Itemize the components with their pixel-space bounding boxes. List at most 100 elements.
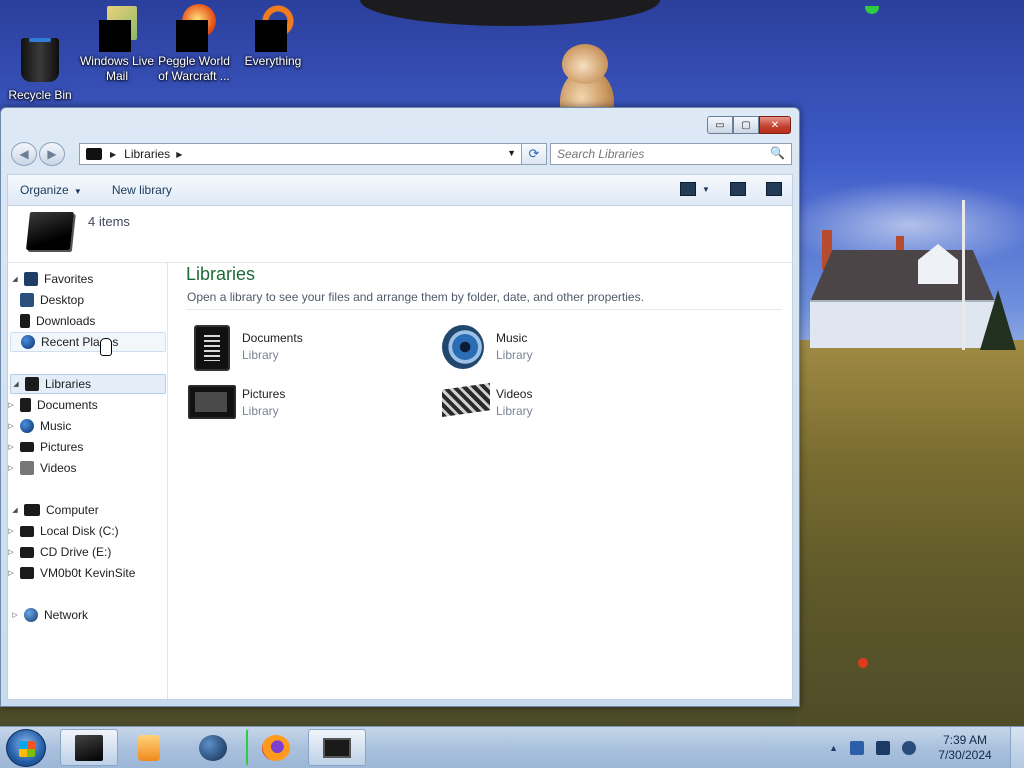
desktop-icon-label: Recycle Bin <box>8 88 72 102</box>
pictures-library-icon <box>188 385 236 419</box>
close-button[interactable]: ✕ <box>759 116 791 134</box>
clock-time: 7:39 AM <box>942 733 988 747</box>
expand-arrow-icon[interactable]: ▷ <box>6 527 16 535</box>
videos-icon <box>20 461 34 475</box>
cd-drive-icon <box>20 546 34 558</box>
libraries-icon <box>86 148 102 160</box>
nav-documents[interactable]: ▷ Documents <box>8 395 166 415</box>
maximize-button[interactable]: ▢ <box>733 116 759 134</box>
page-title: Libraries <box>186 264 256 284</box>
notch-led <box>865 6 879 14</box>
breadcrumb-libraries[interactable]: Libraries <box>124 147 170 161</box>
back-button[interactable]: ◀ <box>11 142 37 166</box>
details-header: 4 items <box>7 206 793 262</box>
wallpaper-flagpole <box>962 200 965 350</box>
nav-libraries[interactable]: ◢ Libraries <box>10 374 166 394</box>
clock[interactable]: 7:39 AM 7/30/2024 <box>928 733 1002 763</box>
videos-library-icon <box>442 383 490 417</box>
collapse-arrow-icon[interactable]: ◢ <box>10 506 20 514</box>
nav-favorites[interactable]: ◢ Favorites <box>10 269 166 289</box>
address-bar[interactable]: ▶ Libraries ▶ ▼ <box>79 143 523 165</box>
caption-buttons: ▭ ▢ ✕ <box>707 116 791 134</box>
expand-arrow-icon[interactable]: ▷ <box>6 401 16 409</box>
documents-icon <box>20 398 31 412</box>
breadcrumb-chevron-icon[interactable]: ▶ <box>176 150 182 159</box>
nav-recent-places[interactable]: Recent Places <box>10 332 166 352</box>
everything-search-icon <box>253 4 295 52</box>
collapse-arrow-icon[interactable]: ◢ <box>10 275 20 283</box>
media-player-icon <box>138 734 160 761</box>
start-button[interactable] <box>6 729 46 767</box>
navigation-bar: ◀ ▶ ▶ Libraries ▶ ▼ ⟳ 🔍 <box>9 141 793 167</box>
recent-places-icon <box>21 335 35 349</box>
downloads-folder-icon <box>20 314 30 328</box>
taskbar-firefox[interactable] <box>246 729 304 766</box>
content-pane: Libraries Open a library to see your fil… <box>178 263 788 699</box>
library-tile-pictures[interactable]: Pictures Library <box>188 381 428 431</box>
desktop-icon-recycle-bin[interactable]: Recycle Bin <box>0 4 80 103</box>
nav-music[interactable]: ▷ Music <box>8 416 166 436</box>
desktop-icon-windows-live-mail[interactable]: Windows Live Mail <box>77 4 157 84</box>
library-name: Documents <box>242 331 303 345</box>
nav-desktop[interactable]: Desktop <box>10 290 166 310</box>
taskbar-display[interactable] <box>308 729 366 766</box>
nav-local-disk-c[interactable]: ▷ Local Disk (C:) <box>8 521 166 541</box>
expand-arrow-icon[interactable]: ▷ <box>6 548 16 556</box>
nav-computer[interactable]: ◢ Computer <box>10 500 166 520</box>
taskbar-media-player[interactable] <box>120 729 178 766</box>
nav-network[interactable]: ▷ Network <box>10 605 166 625</box>
address-dropdown-icon[interactable]: ▼ <box>507 148 516 158</box>
nav-downloads[interactable]: Downloads <box>10 311 166 331</box>
explorer-window: ▭ ▢ ✕ ◀ ▶ ▶ Libraries ▶ ▼ ⟳ 🔍 Organize ▼… <box>0 107 800 707</box>
nav-videos[interactable]: ▷ Videos <box>8 458 166 478</box>
show-desktop-button[interactable] <box>1010 727 1024 768</box>
library-tile-music[interactable]: Music Library <box>442 325 682 375</box>
music-library-icon <box>442 325 484 369</box>
view-options-chevron-icon[interactable]: ▼ <box>702 185 710 194</box>
computer-icon <box>24 504 40 516</box>
forward-button[interactable]: ▶ <box>39 142 65 166</box>
nav-cd-drive-e[interactable]: ▷ CD Drive (E:) <box>8 542 166 562</box>
expand-arrow-icon[interactable]: ▷ <box>6 464 16 472</box>
search-input[interactable] <box>557 144 757 163</box>
hand-cursor-icon <box>100 338 114 358</box>
navigation-pane: ◢ Favorites Desktop Downloads Recent Plac… <box>8 263 168 699</box>
recycle-bin-icon <box>21 38 59 82</box>
expand-arrow-icon[interactable]: ▷ <box>10 611 20 619</box>
network-globe-icon <box>24 608 38 622</box>
expand-arrow-icon[interactable]: ▷ <box>6 569 16 577</box>
help-icon[interactable] <box>766 182 782 196</box>
nav-network-drive[interactable]: ▷ VM0b0t KevinSite <box>8 563 166 583</box>
wallpaper-house <box>810 230 1010 350</box>
collapse-arrow-icon[interactable]: ◢ <box>11 380 21 388</box>
refresh-button[interactable]: ⟳ <box>521 143 547 165</box>
expand-arrow-icon[interactable]: ▷ <box>6 443 16 451</box>
desktop-icon-label: Windows Live Mail <box>79 54 155 83</box>
expand-arrow-icon[interactable]: ▷ <box>6 422 16 430</box>
pictures-icon <box>20 442 34 452</box>
taskbar-network[interactable] <box>184 729 242 766</box>
minimize-button[interactable]: ▭ <box>707 116 733 134</box>
desktop-icon-label: Peggle World of Warcraft ... <box>158 54 230 83</box>
library-tile-documents[interactable]: Documents Library <box>188 325 428 375</box>
search-box[interactable]: 🔍 <box>550 143 792 165</box>
breadcrumb-chevron-icon[interactable]: ▶ <box>110 150 116 159</box>
preview-pane-icon[interactable] <box>730 182 746 196</box>
taskbar-explorer[interactable] <box>60 729 118 766</box>
change-view-icon[interactable] <box>680 182 696 196</box>
network-globe-icon <box>199 734 227 761</box>
library-tile-videos[interactable]: Videos Library <box>442 381 682 431</box>
library-name: Music <box>496 331 528 345</box>
desktop-icon-everything[interactable]: Everything <box>233 4 313 69</box>
nav-pictures[interactable]: ▷ Pictures <box>8 437 166 457</box>
show-hidden-icons-button[interactable]: ▲ <box>829 743 838 753</box>
volume-icon[interactable] <box>902 741 916 755</box>
new-library-button[interactable]: New library <box>112 183 172 197</box>
search-icon[interactable]: 🔍 <box>770 146 785 160</box>
desktop-icon-peggle[interactable]: Peggle World of Warcraft ... <box>154 4 234 84</box>
network-status-icon[interactable] <box>876 741 890 755</box>
clock-date: 7/30/2024 <box>938 748 992 762</box>
desktop-folder-icon <box>20 293 34 307</box>
action-center-icon[interactable] <box>850 741 864 755</box>
organize-button[interactable]: Organize ▼ <box>20 183 82 197</box>
